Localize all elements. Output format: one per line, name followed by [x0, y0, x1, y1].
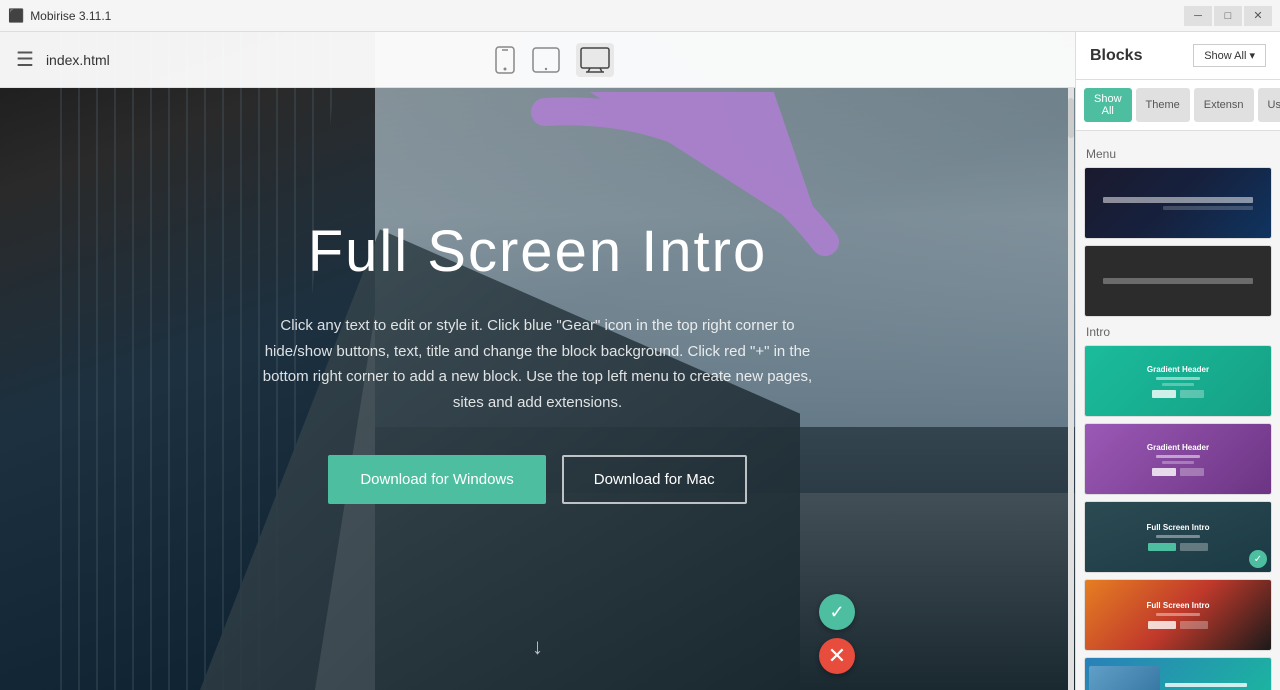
- filename-label: index.html: [46, 52, 110, 68]
- canvas-toolbar: ☰ index.html: [0, 32, 1075, 88]
- close-button[interactable]: ✕: [1244, 6, 1272, 26]
- maximize-button[interactable]: □: [1214, 6, 1242, 26]
- download-windows-button[interactable]: Download for Windows: [328, 455, 545, 504]
- app-icon: ⬛: [8, 8, 24, 24]
- app-info: ⬛ Mobirise 3.11.1: [8, 8, 111, 24]
- tab-show-all[interactable]: Show All: [1084, 88, 1132, 122]
- intro-block-gradient-purple[interactable]: Gradient Header: [1084, 423, 1272, 495]
- intro-section: Intro Gradient Header: [1084, 325, 1272, 690]
- intro-section-label: Intro: [1086, 325, 1272, 339]
- panel-scrollbar-thumb[interactable]: [1068, 98, 1074, 138]
- show-all-dropdown[interactable]: Show All ▾: [1193, 44, 1266, 67]
- tablet-view-button[interactable]: [532, 47, 560, 73]
- canvas-area: ☰ index.html: [0, 32, 1075, 690]
- blocks-panel: Blocks Show All ▾ Show All Theme Extensn…: [1075, 32, 1280, 690]
- menu-block-1[interactable]: [1084, 167, 1272, 239]
- hero-title: Full Screen Intro: [188, 218, 888, 285]
- tab-user[interactable]: User: [1258, 88, 1280, 122]
- download-mac-button[interactable]: Download for Mac: [562, 455, 747, 504]
- tab-theme[interactable]: Theme: [1136, 88, 1190, 122]
- menu-block-2[interactable]: [1084, 245, 1272, 317]
- add-block-button[interactable]: ✕: [819, 638, 855, 674]
- intro-block-gradient-teal[interactable]: Gradient Header: [1084, 345, 1272, 417]
- app-title: Mobirise 3.11.1: [30, 9, 111, 23]
- scroll-indicator: ↓: [532, 634, 543, 660]
- minimize-button[interactable]: ─: [1184, 6, 1212, 26]
- active-check-icon: ✓: [1249, 550, 1267, 568]
- window-controls: ─ □ ✕: [1184, 6, 1272, 26]
- title-bar: ⬛ Mobirise 3.11.1 ─ □ ✕: [0, 0, 1280, 32]
- toolbar-left: ☰ index.html: [16, 47, 110, 72]
- panel-content: Menu: [1076, 131, 1280, 690]
- panel-header: Blocks Show All ▾: [1076, 32, 1280, 80]
- intro-block-media[interactable]: [1084, 657, 1272, 690]
- hero-content: Full Screen Intro Click any text to edit…: [188, 218, 888, 504]
- desktop-view-button[interactable]: [576, 43, 614, 77]
- intro-block-fullscreen-sunset[interactable]: Full Screen Intro: [1084, 579, 1272, 651]
- menu-section: Menu: [1084, 147, 1272, 317]
- panel-tabs: Show All Theme Extensn User: [1076, 80, 1280, 131]
- panel-title: Blocks: [1090, 47, 1142, 65]
- confirm-button[interactable]: ✓: [819, 594, 855, 630]
- hamburger-icon[interactable]: ☰: [16, 47, 34, 72]
- device-selector: [494, 43, 614, 77]
- panel-scrollbar-track[interactable]: [1068, 88, 1074, 690]
- tab-extensn[interactable]: Extensn: [1194, 88, 1254, 122]
- mobile-view-button[interactable]: [494, 46, 516, 74]
- intro-block-fullscreen-dark[interactable]: Full Screen Intro ✓: [1084, 501, 1272, 573]
- hero-buttons: Download for Windows Download for Mac: [188, 455, 888, 504]
- hero-description: Click any text to edit or style it. Clic…: [248, 313, 828, 415]
- menu-section-label: Menu: [1086, 147, 1272, 161]
